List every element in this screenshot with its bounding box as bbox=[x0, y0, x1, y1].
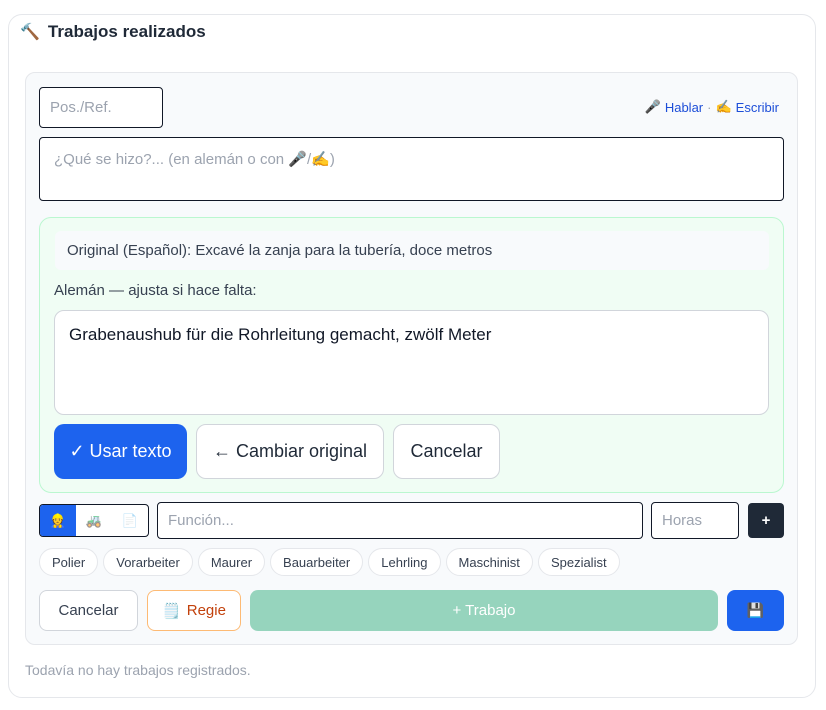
german-translation-textarea[interactable]: Grabenaushub für die Rohrleitung gemacht… bbox=[54, 310, 769, 415]
section-title: 🔨 Trabajos realizados bbox=[20, 22, 206, 42]
floppy-disk-icon: 💾 bbox=[746, 602, 765, 618]
german-label: Alemán — ajusta si hace falta: bbox=[54, 282, 257, 299]
add-worker-button[interactable]: + bbox=[748, 503, 784, 538]
use-text-button[interactable]: ✓ Usar texto bbox=[54, 424, 187, 479]
role-chip[interactable]: Vorarbeiter bbox=[103, 548, 193, 576]
cancel-translation-button[interactable]: Cancelar bbox=[393, 424, 500, 479]
role-chip[interactable]: Polier bbox=[39, 548, 99, 576]
tractor-icon[interactable]: 🚜 bbox=[76, 505, 112, 536]
role-chip[interactable]: Maschinist bbox=[445, 548, 533, 576]
save-button[interactable]: 💾 bbox=[727, 590, 784, 631]
regie-label: Regie bbox=[186, 602, 226, 619]
change-original-button[interactable]: ← Cambiar original bbox=[196, 424, 384, 479]
role-chip[interactable]: Lehrling bbox=[368, 548, 441, 576]
pos-ref-input[interactable] bbox=[39, 87, 163, 128]
microphone-icon: 🎤 bbox=[644, 99, 661, 114]
add-trabajo-button[interactable]: + Trabajo bbox=[250, 590, 718, 631]
document-icon[interactable]: 📄 bbox=[112, 505, 148, 536]
role-chips: Polier Vorarbeiter Maurer Bauarbeiter Le… bbox=[39, 548, 620, 576]
role-chip[interactable]: Maurer bbox=[197, 548, 266, 576]
section-title-text: Trabajos realizados bbox=[47, 22, 206, 41]
worker-icon[interactable]: 👷 bbox=[40, 505, 76, 536]
writing-hand-icon: ✍️ bbox=[715, 99, 732, 114]
notepad-icon: 🗒️ bbox=[162, 602, 181, 620]
role-chip[interactable]: Spezialist bbox=[537, 548, 620, 576]
link-separator: · bbox=[707, 99, 712, 115]
empty-state-message: Todavía no hay trabajos registrados. bbox=[25, 662, 251, 678]
regie-button[interactable]: 🗒️ Regie bbox=[147, 590, 241, 631]
original-text-line: Original (Español): Excavé la zanja para… bbox=[55, 231, 769, 270]
work-description-input[interactable] bbox=[39, 137, 784, 201]
hablar-link[interactable]: Hablar bbox=[665, 100, 703, 115]
horas-input[interactable] bbox=[651, 502, 739, 539]
funcion-input[interactable] bbox=[157, 502, 643, 539]
cancel-button[interactable]: Cancelar bbox=[39, 590, 138, 631]
escribir-link[interactable]: Escribir bbox=[736, 100, 779, 115]
role-chip[interactable]: Bauarbeiter bbox=[270, 548, 364, 576]
voice-input-links: 🎤 Hablar · ✍️ Escribir bbox=[645, 99, 779, 115]
hammer-icon: 🔨 bbox=[20, 24, 40, 41]
worker-type-toggle: 👷 🚜 📄 bbox=[39, 504, 149, 537]
